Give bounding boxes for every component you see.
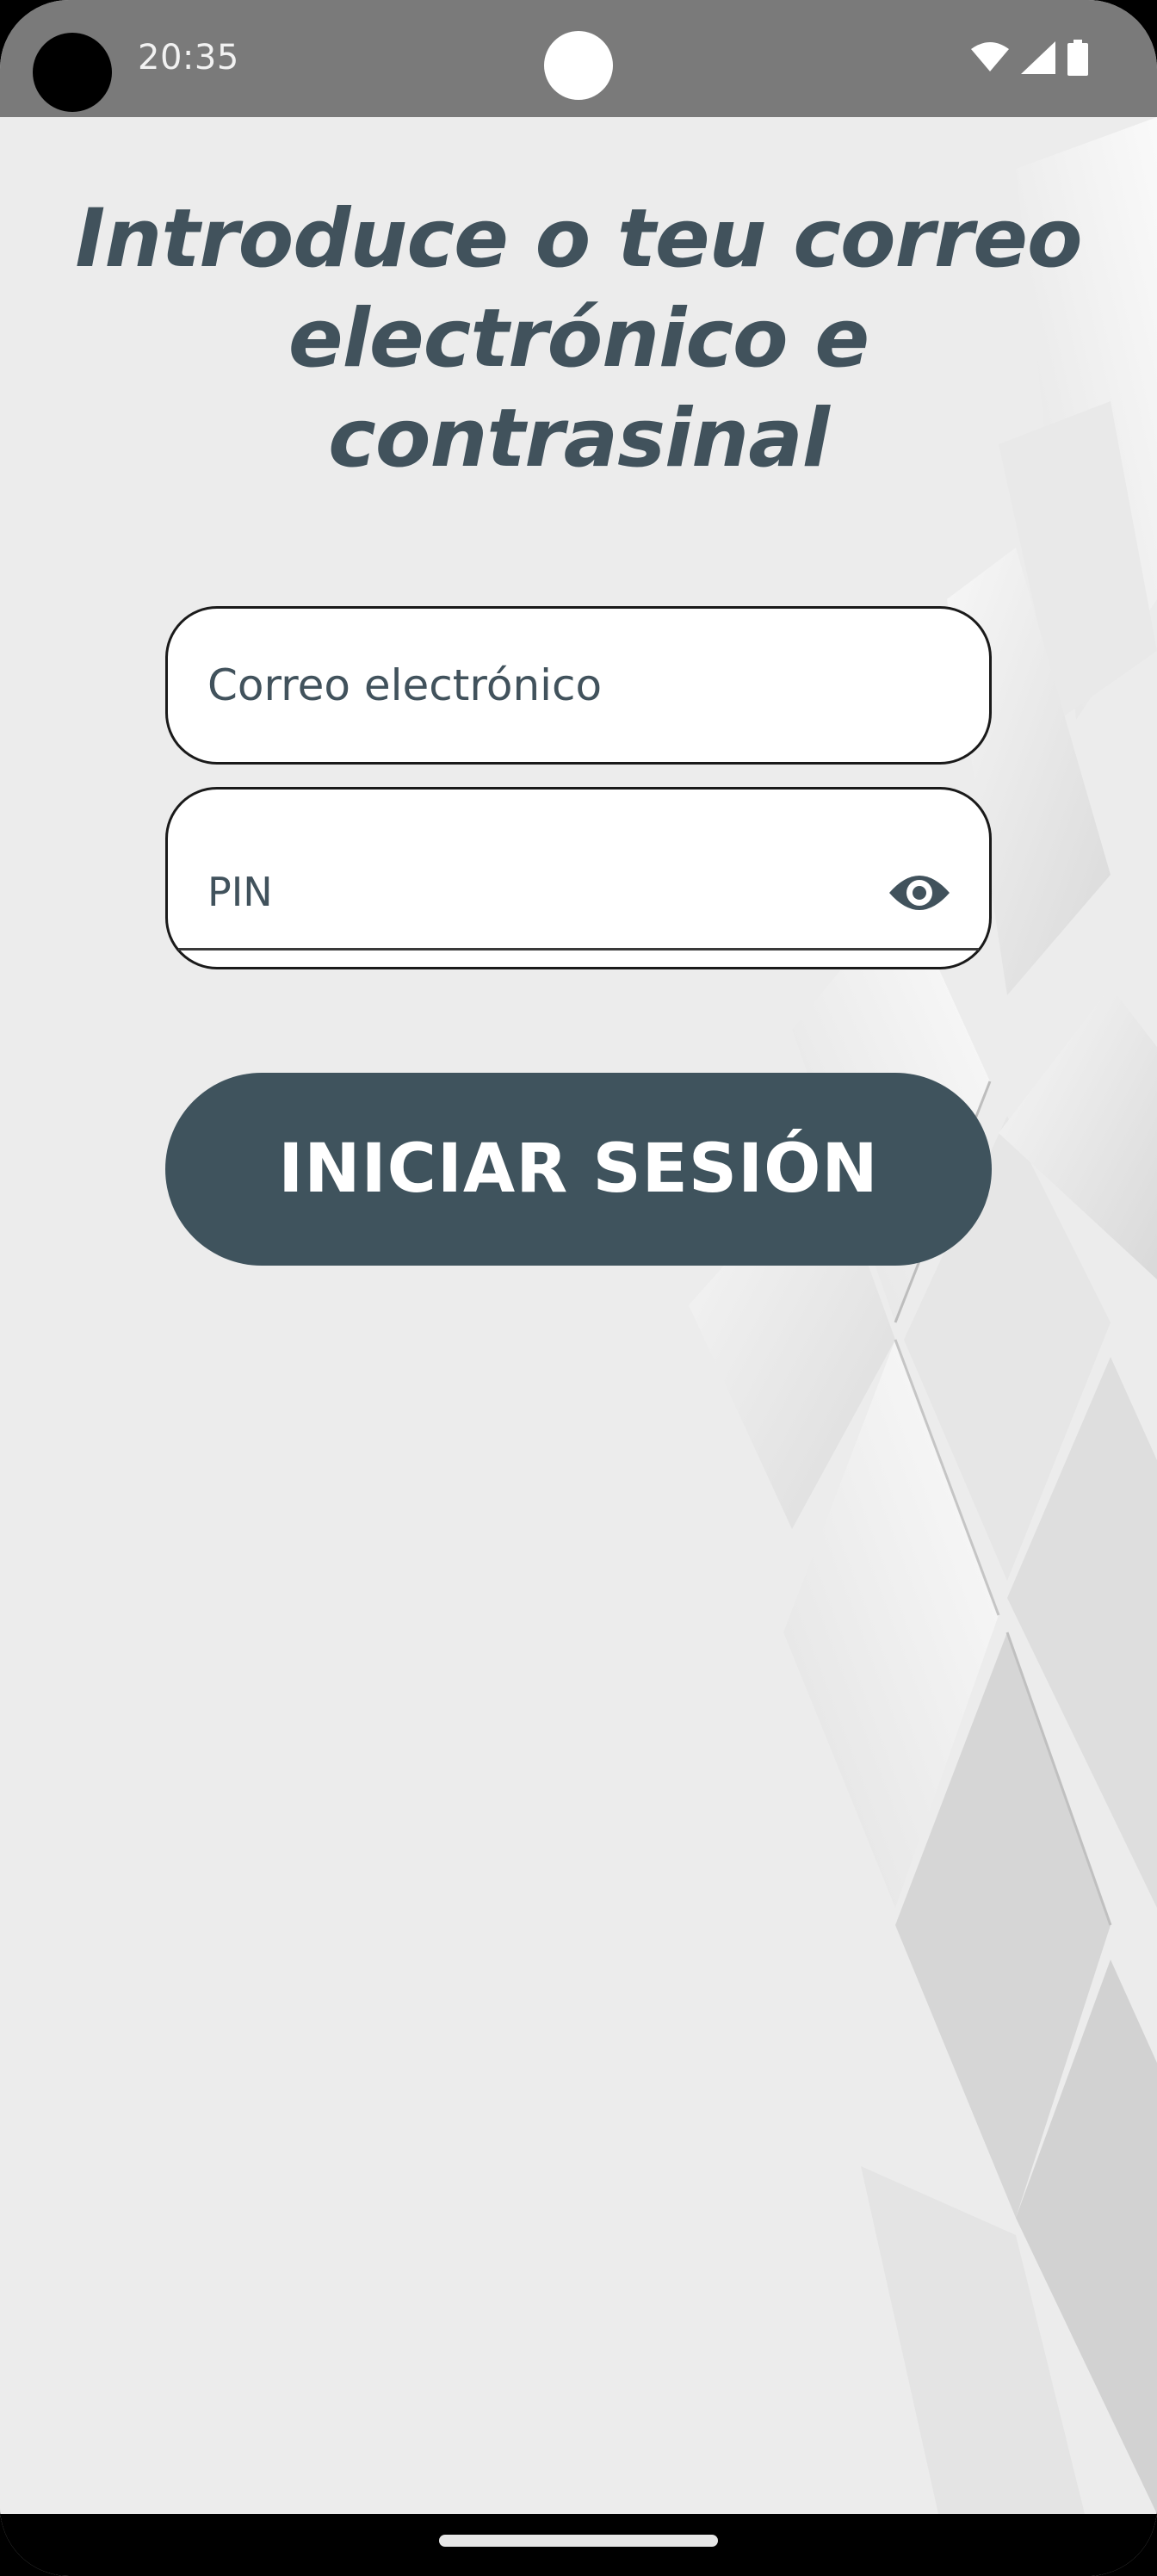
camera-cutout xyxy=(33,33,112,112)
email-field[interactable]: Correo electrónico xyxy=(165,606,992,765)
pin-field[interactable]: PIN xyxy=(165,787,992,969)
status-icons xyxy=(971,38,1088,77)
notification-dot xyxy=(544,31,613,100)
eye-icon[interactable] xyxy=(888,869,951,917)
pin-underline xyxy=(178,948,979,951)
wifi-icon xyxy=(971,42,1009,71)
title-line-2: electrónico e contrasinal xyxy=(288,292,869,486)
email-placeholder: Correo electrónico xyxy=(207,660,603,710)
login-button[interactable]: INICIAR SESIÓN xyxy=(165,1073,992,1266)
status-time: 20:35 xyxy=(138,38,239,77)
pin-placeholder: PIN xyxy=(207,869,273,915)
navigation-bar xyxy=(0,2514,1157,2576)
home-gesture-handle[interactable] xyxy=(439,2535,718,2547)
status-bar: 20:35 xyxy=(0,0,1157,117)
page-title: Introduce o teu correo electrónico e con… xyxy=(34,189,1123,489)
battery-icon xyxy=(1067,40,1088,76)
title-line-1: Introduce o teu correo xyxy=(75,192,1082,286)
signal-icon xyxy=(1021,41,1055,74)
login-screen: 20:35 Introduce o teu correo electrónico… xyxy=(0,0,1157,2576)
